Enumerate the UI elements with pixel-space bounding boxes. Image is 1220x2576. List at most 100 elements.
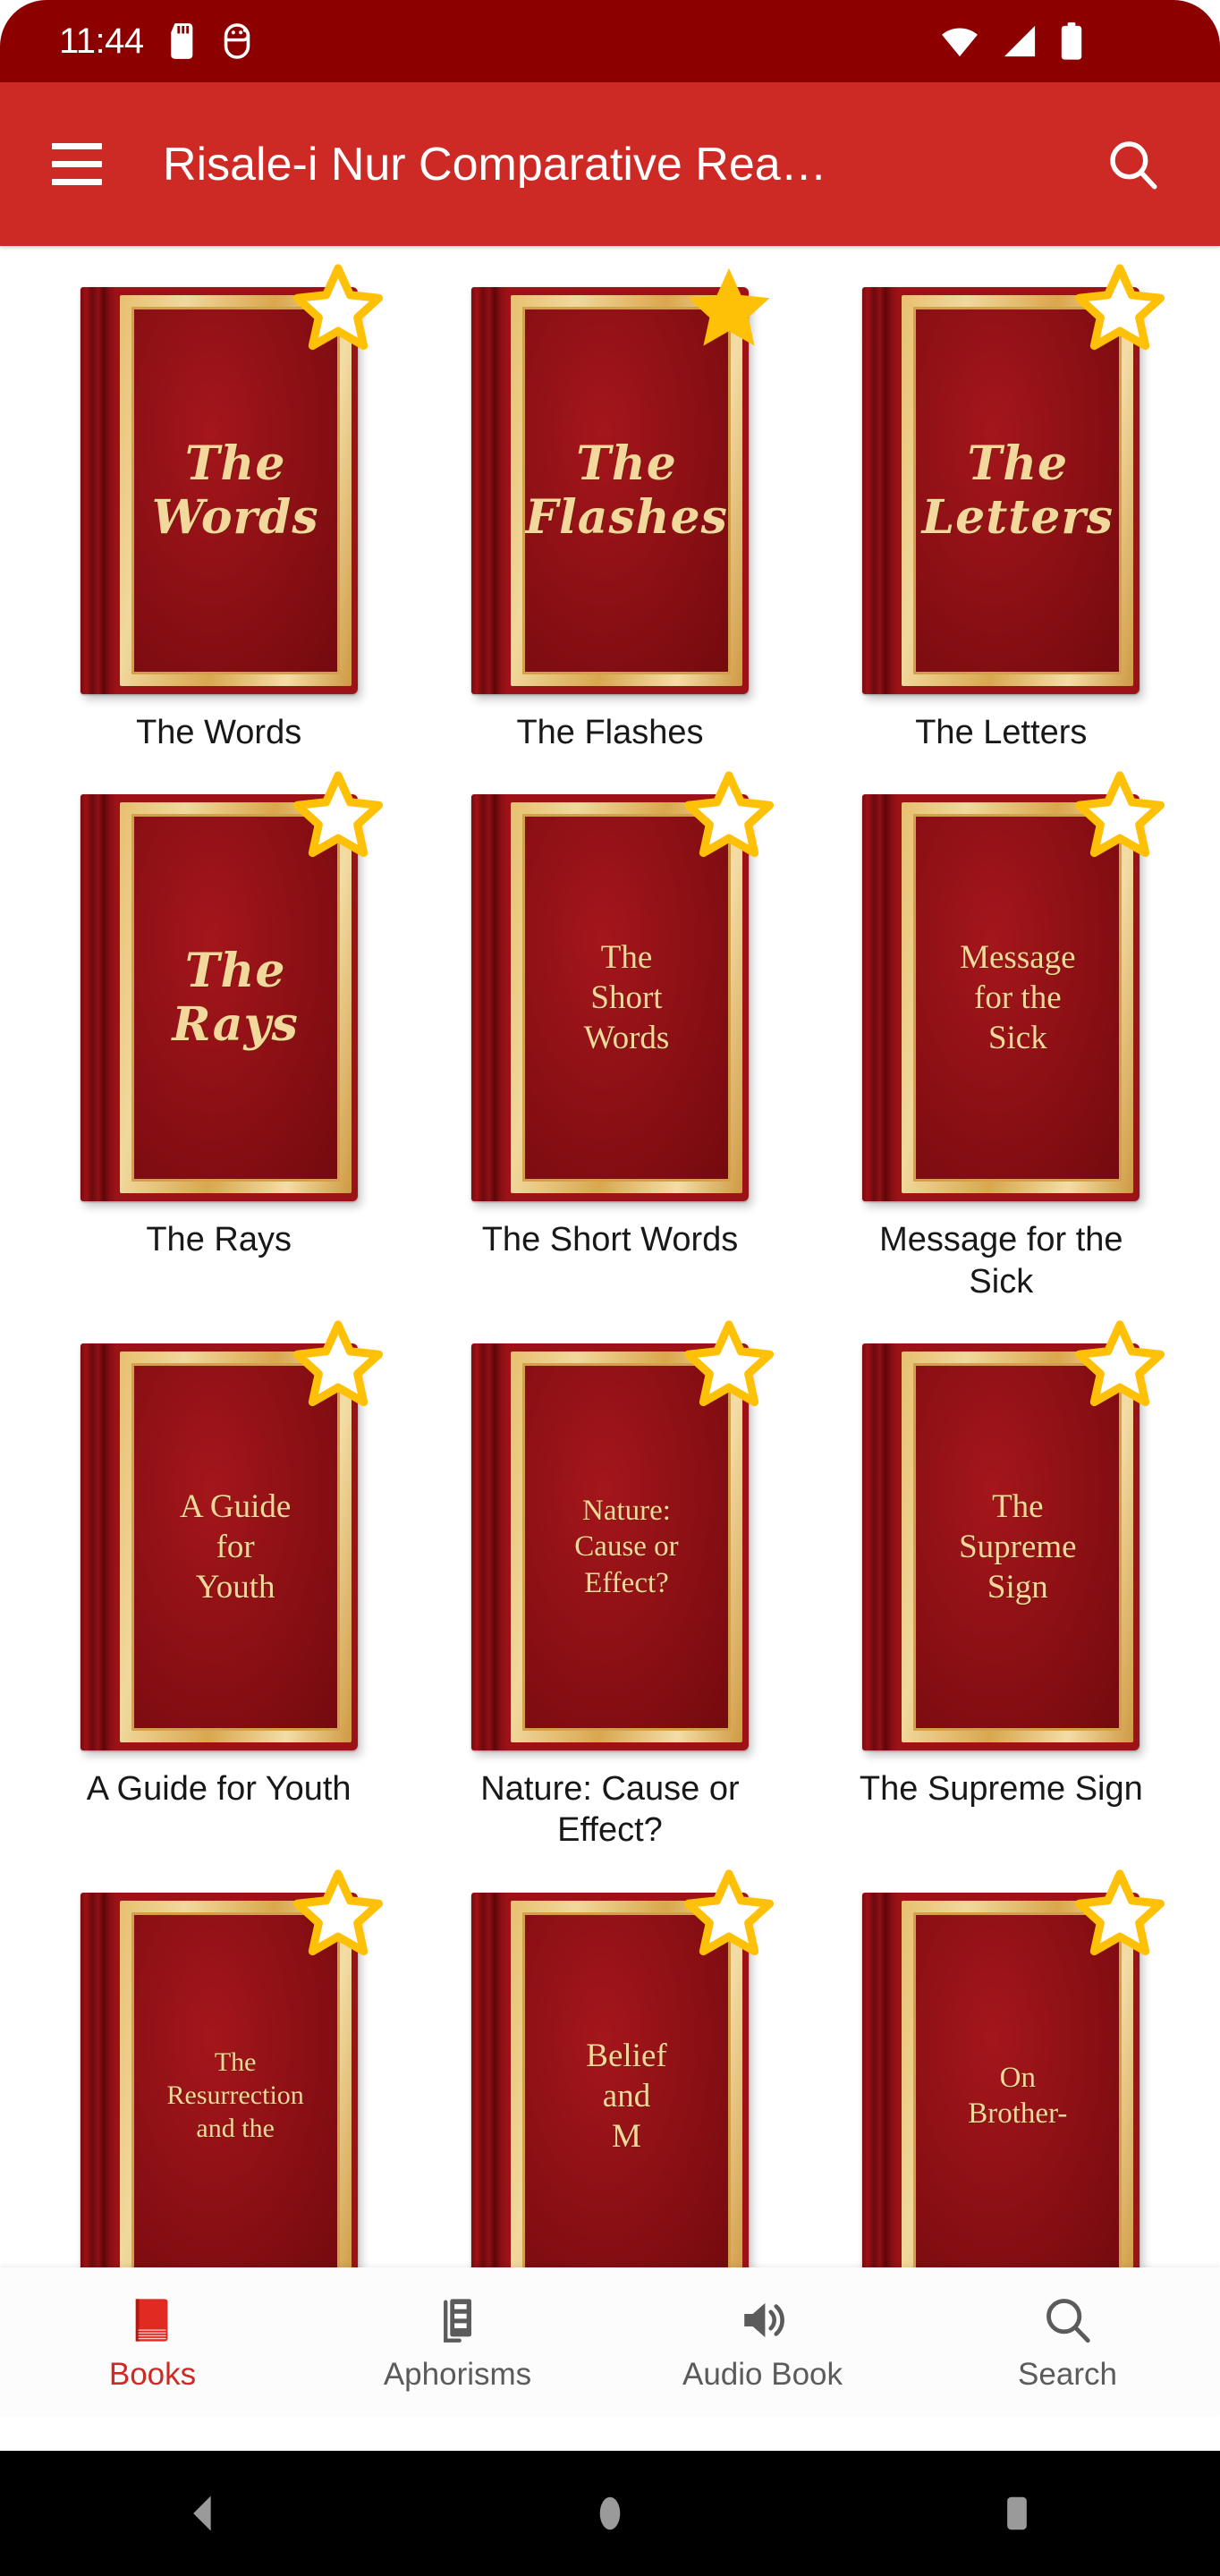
book-cover[interactable]: The Words <box>80 264 383 694</box>
book-cover[interactable]: Nature: Cause or Effect? <box>470 1320 775 1751</box>
cellular-signal-icon <box>1004 25 1036 57</box>
book-card[interactable]: A Guide for Youth A Guide for Youth <box>23 1302 414 1852</box>
book-cover[interactable]: The Short Words <box>470 771 775 1202</box>
back-button[interactable] <box>136 2451 270 2576</box>
page-title: Risale-i Nur Comparative Rea… <box>163 140 827 188</box>
star-filled-icon[interactable] <box>682 262 775 355</box>
book-cover-title: The Words <box>151 436 319 545</box>
book-cover-panel: Nature: Cause or Effect? <box>521 1363 731 1732</box>
book-cover-title: On Brother- <box>968 2062 1068 2131</box>
book-card[interactable]: The Letters The Letters <box>806 246 1197 753</box>
book-cover[interactable]: Message for the Sick <box>862 771 1165 1202</box>
app-bar: Risale-i Nur Comparative Rea… <box>0 82 1220 246</box>
search-icon <box>1042 2292 1094 2348</box>
book-cover-panel: On Brother- <box>913 1911 1123 2267</box>
nav-tab-search[interactable]: Search <box>915 2292 1220 2390</box>
book-cover-panel: The Rays <box>131 814 340 1182</box>
book-card[interactable]: The Rays The Rays <box>23 753 414 1302</box>
battery-icon <box>1061 22 1082 60</box>
book-title-label: The Words <box>136 714 302 751</box>
star-outline-icon[interactable] <box>682 769 775 862</box>
book-cover[interactable]: The Letters <box>862 264 1165 694</box>
status-clock: 11:44 <box>59 21 144 61</box>
android-system-nav <box>0 2451 1220 2576</box>
status-bar-right <box>939 22 1084 60</box>
book-cover[interactable]: The Supreme Sign <box>862 1320 1165 1751</box>
book-cover-title: Message for the Sick <box>960 939 1076 1057</box>
nav-tab-label: Aphorisms <box>383 2357 532 2392</box>
book-cover-title: A Guide for Youth <box>179 1487 292 1606</box>
star-outline-icon[interactable] <box>1073 1868 1166 1961</box>
book-cover-panel: The Letters <box>913 307 1123 674</box>
book-card[interactable]: The Words The Words <box>23 246 414 753</box>
book-cover-title: The Rays <box>172 944 299 1052</box>
book-title-label: Nature: Cause or Effect? <box>480 1770 740 1850</box>
status-bar-left: 11:44 <box>30 22 253 60</box>
book-card[interactable]: BeliefandMBelief and Man <box>414 1852 805 2267</box>
star-outline-icon[interactable] <box>292 1318 385 1411</box>
star-outline-icon[interactable] <box>292 769 385 862</box>
book-cover-title: The Supreme Sign <box>959 1487 1077 1606</box>
nav-tab-audio-book[interactable]: Audio Book <box>610 2292 915 2390</box>
book-cover-panel: Message for the Sick <box>913 814 1123 1182</box>
book-card[interactable]: The Flashes The Flashes <box>414 246 805 753</box>
star-outline-icon[interactable] <box>1073 769 1166 862</box>
sd-card-icon <box>170 23 192 59</box>
star-outline-icon[interactable] <box>292 262 385 355</box>
book-title-label: The Letters <box>915 714 1088 751</box>
nav-tab-label: Audio Book <box>682 2357 843 2392</box>
recents-button[interactable] <box>950 2451 1084 2576</box>
book-title-label: The Rays <box>146 1221 292 1259</box>
android-debug-icon <box>224 23 250 59</box>
book-card[interactable]: OnBrother-On Brotherhood <box>806 1852 1197 2267</box>
book-cover-panel: Belief and M <box>521 1911 731 2267</box>
book-card[interactable]: Message for the Sick Message for the Sick <box>806 753 1197 1302</box>
book-cover-title: The Short Words <box>583 939 670 1057</box>
book-card[interactable]: The Short Words The Short Words <box>414 753 805 1302</box>
book-cover-panel: The Flashes <box>521 307 731 674</box>
book-title-label: The Short Words <box>481 1221 739 1259</box>
book-cover-panel: The Resurrection and the <box>131 1911 340 2267</box>
home-button[interactable] <box>543 2451 677 2576</box>
status-bar: 11:44 <box>0 0 1220 82</box>
book-cover-panel: A Guide for Youth <box>131 1363 340 1732</box>
book-grid-scroll-area[interactable]: The Words The Words The Flashes The Flashes Th… <box>0 246 1220 2267</box>
book-title-label: A Guide for Youth <box>86 1770 352 1809</box>
star-outline-icon[interactable] <box>292 1868 385 1961</box>
book-card[interactable]: TheResurrectionand theThe Resurrection a… <box>23 1852 414 2267</box>
book-cover[interactable]: Belief and M <box>470 1869 775 2267</box>
star-outline-icon[interactable] <box>682 1868 775 1961</box>
star-outline-icon[interactable] <box>1073 1318 1166 1411</box>
star-outline-icon[interactable] <box>1073 262 1166 355</box>
book-cover-title: The Letters <box>921 436 1114 545</box>
nav-tab-label: Books <box>108 2357 197 2392</box>
book-cover[interactable]: On Brother- <box>862 1869 1165 2267</box>
list-icon <box>432 2292 484 2348</box>
book-cover[interactable]: The Rays <box>80 771 383 1202</box>
speaker-icon <box>737 2292 789 2348</box>
wifi-icon <box>942 28 978 57</box>
book-cover[interactable]: A Guide for Youth <box>80 1320 383 1751</box>
book-grid: The Words The Words The Flashes The Flashes Th… <box>0 246 1220 2267</box>
book-cover-title: The Flashes <box>525 436 728 545</box>
book-cover-title: Nature: Cause or Effect? <box>574 1495 679 1599</box>
nav-tab-label: Search <box>1018 2357 1117 2392</box>
book-title-label: Message for the Sick <box>879 1221 1123 1301</box>
book-card[interactable]: The Supreme Sign The Supreme Sign <box>806 1302 1197 1852</box>
hamburger-menu-icon[interactable] <box>34 122 120 208</box>
book-cover-title: The Resurrection and the <box>166 2047 304 2143</box>
book-cover-title: Belief and M <box>586 2037 667 2155</box>
bottom-navigation-bar: Books Aphorisms Audio Book Search <box>0 2267 1220 2415</box>
book-cover-panel: The Supreme Sign <box>913 1363 1123 1732</box>
star-outline-icon[interactable] <box>682 1318 775 1411</box>
nav-tab-books[interactable]: Books <box>0 2292 305 2390</box>
book-cover[interactable]: The Resurrection and the <box>80 1869 383 2267</box>
nav-tab-aphorisms[interactable]: Aphorisms <box>305 2292 610 2390</box>
phone-screen: 11:44 Risale-i Nur Comparative Rea… The … <box>0 0 1220 2576</box>
book-cover-panel: The Words <box>131 307 340 674</box>
book-cover-panel: The Short Words <box>521 814 731 1182</box>
book-cover[interactable]: The Flashes <box>470 267 770 694</box>
search-icon[interactable] <box>1093 124 1173 205</box>
book-icon <box>127 2292 179 2348</box>
book-card[interactable]: Nature: Cause or Effect? Nature: Cause or E… <box>414 1302 805 1852</box>
